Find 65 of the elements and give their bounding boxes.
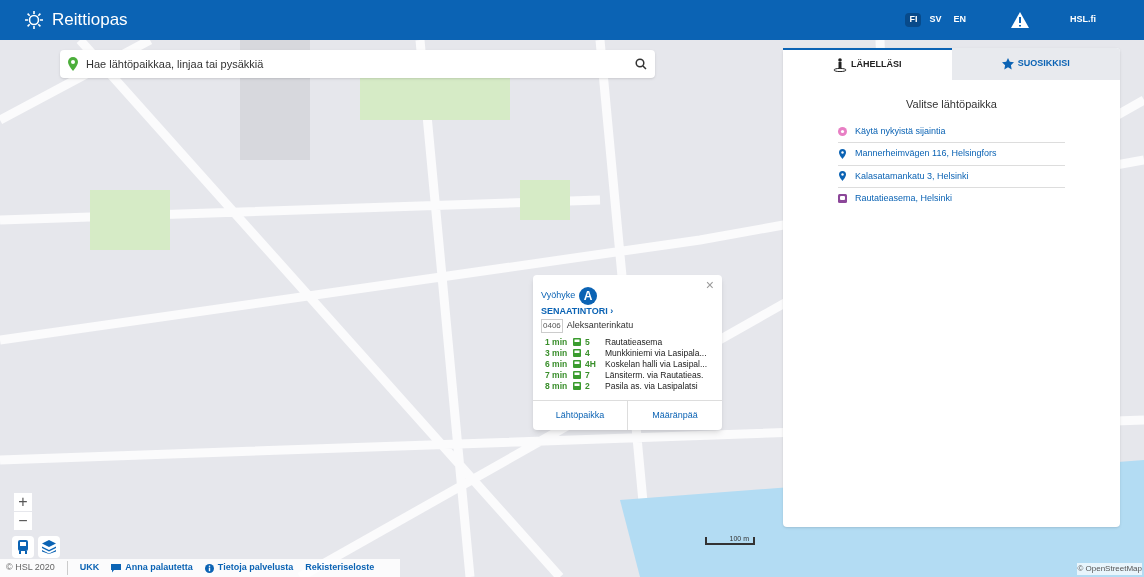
info-icon	[204, 563, 214, 573]
destination: Koskelan halli via Lasipal...	[605, 358, 708, 370]
departure-time: 8 min	[545, 380, 569, 392]
panel-tab[interactable]: SUOSIKKISI	[951, 48, 1120, 80]
start-location-option[interactable]: Käytä nykyistä sijaintia	[838, 120, 1065, 143]
destination-button[interactable]: Määränpää	[627, 400, 722, 430]
person-pin-icon	[833, 58, 847, 72]
star-icon	[1001, 58, 1014, 70]
footer-link[interactable]: Tietoja palvelusta	[204, 561, 294, 575]
zone-label: Vyöhyke	[541, 289, 576, 303]
layers-icon	[42, 540, 56, 554]
copyright-text: © HSL 2020	[6, 561, 68, 575]
footer-link[interactable]: Anna palautetta	[111, 561, 193, 575]
route-number: 7	[584, 369, 591, 381]
site-link[interactable]: HSL.fi	[1070, 13, 1096, 27]
language-button[interactable]: EN	[949, 13, 970, 27]
panel-tab[interactable]: LÄHELLÄSI	[783, 48, 952, 80]
start-location-option[interactable]: Rautatieasema, Helsinki	[838, 188, 1065, 210]
map-attribution: © OpenStreetMap	[1077, 563, 1142, 575]
destination: Rautatieasema	[605, 336, 663, 348]
zone-badge: A	[579, 287, 598, 305]
start-location-option[interactable]: Kalasatamankatu 3, Helsinki	[838, 165, 1065, 188]
tram-icon	[573, 360, 581, 368]
start-location-option[interactable]: Mannerheimvägen 116, Helsingfors	[838, 143, 1065, 166]
footer-link[interactable]: UKK	[79, 561, 100, 575]
location-pin-icon	[839, 148, 846, 159]
stop-code: 0406	[541, 318, 563, 333]
search-input[interactable]: Hae lähtöpaikkaa, linjaa tai pysäkkiä	[86, 55, 627, 73]
tram-icon	[573, 382, 581, 390]
footer-link[interactable]: Rekisteriseloste	[305, 561, 375, 575]
language-button[interactable]: FI	[905, 13, 922, 27]
search-icon[interactable]	[635, 58, 647, 70]
panel-heading: Valitse lähtöpaikka	[905, 97, 998, 112]
sun-logo-icon	[24, 10, 44, 30]
app-title: Reittiopas	[52, 9, 128, 32]
destination: Munkkiniemi via Lasipala...	[605, 347, 707, 359]
train-icon	[838, 194, 847, 204]
location-pin-icon	[839, 171, 846, 182]
route-number: 4H	[584, 358, 597, 370]
language-button[interactable]: SV	[925, 13, 946, 27]
location-pin-icon	[68, 57, 78, 71]
route-number: 4	[584, 347, 591, 359]
departure-time: 3 min	[545, 347, 569, 359]
transit-mode-button[interactable]	[12, 536, 34, 558]
warning-icon[interactable]	[1010, 11, 1030, 29]
stop-name-link[interactable]: SENAATINTORI ›	[533, 305, 722, 319]
route-number: 2	[584, 380, 591, 392]
tram-icon	[573, 371, 581, 379]
map-layers-button[interactable]	[38, 536, 60, 558]
speech-bubble-icon	[111, 563, 122, 573]
location-dot-icon	[838, 126, 847, 136]
tram-icon	[573, 349, 581, 357]
destination: Länsiterm. via Rautatieas.	[605, 369, 704, 381]
street-name: Aleksanterinkatu	[566, 318, 634, 332]
departure-time: 1 min	[545, 336, 569, 348]
tram-icon	[573, 338, 581, 346]
destination: Pasila as. via Lasipalatsi	[605, 380, 698, 392]
route-number: 5	[584, 336, 591, 348]
departure-time: 7 min	[545, 369, 569, 381]
zoom-out-button[interactable]: −	[14, 512, 32, 530]
bus-icon	[17, 540, 29, 554]
departure-time: 6 min	[545, 358, 569, 370]
search-field[interactable]: Hae lähtöpaikkaa, linjaa tai pysäkkiä	[60, 50, 655, 78]
zoom-in-button[interactable]: +	[14, 493, 32, 511]
origin-button[interactable]: Lähtöpaikka	[533, 400, 627, 430]
